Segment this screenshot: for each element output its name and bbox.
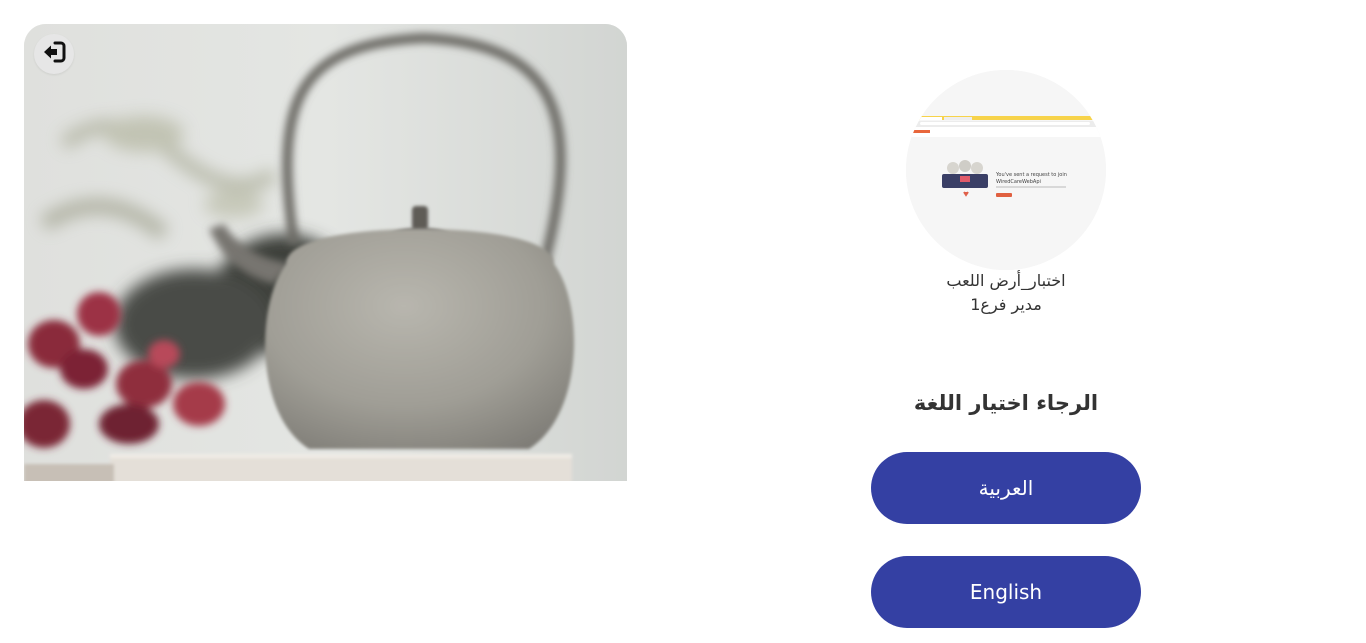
language-prompt: الرجاء اختيار اللغة [913,391,1099,415]
user-role: مدير فرع1 [970,295,1042,314]
logout-button[interactable] [34,34,74,74]
sign-out-icon [41,39,67,69]
hero-photo [24,24,627,481]
english-language-button[interactable]: English [871,556,1141,628]
avatar-headline: You've sent a request to join [995,172,1067,178]
avatar-subline: WiredCareWebApi [996,179,1041,185]
language-selection-page: You've sent a request to join WiredCareW… [0,0,1366,643]
user-name: اختبار_أرض اللعب [946,271,1066,290]
avatar: You've sent a request to join WiredCareW… [906,70,1106,270]
arabic-language-button[interactable]: العربية [871,452,1141,524]
